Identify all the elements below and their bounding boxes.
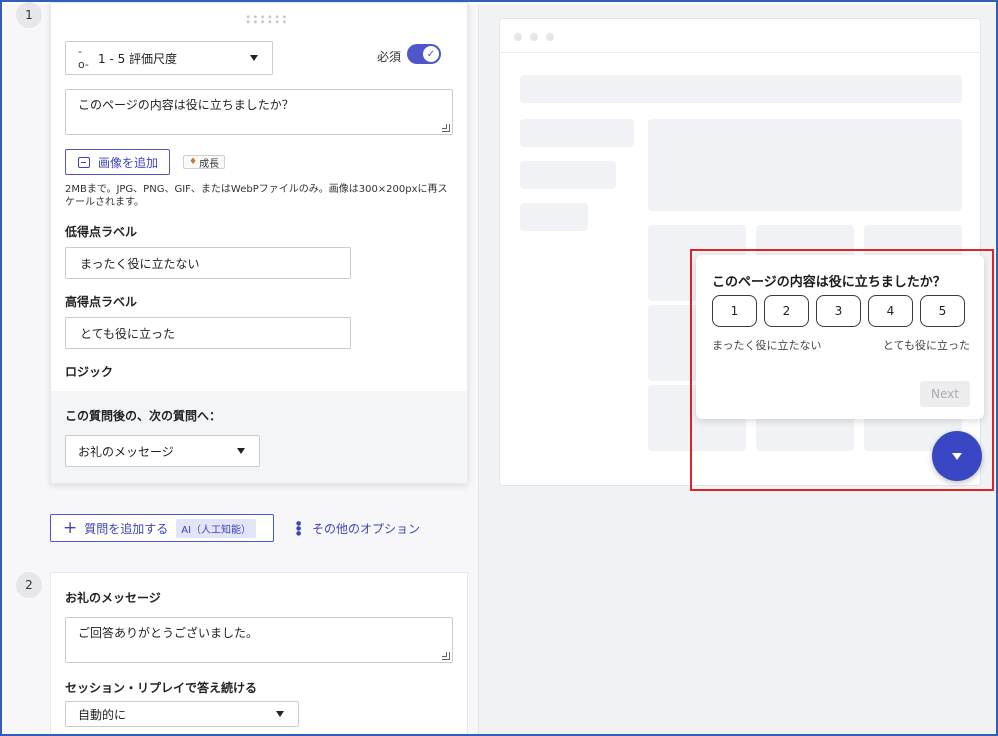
session-replay-select[interactable]: 自動的に bbox=[65, 701, 299, 727]
high-score-input[interactable]: とても役に立った bbox=[65, 317, 351, 349]
rating-low-label: まったく役に立たない bbox=[712, 339, 822, 352]
image-icon bbox=[78, 156, 90, 168]
session-replay-value: 自動的に bbox=[78, 707, 127, 722]
app-frame: 1 ∙∙∙∙∙∙ ∙∙∙∙∙∙ -o- 1 - 5 評価尺度 必須 ✓ このページ… bbox=[0, 0, 998, 736]
logic-panel: この質問後の、次の質問へ： お礼のメッセージ bbox=[51, 391, 467, 483]
rating-5-button[interactable]: 5 bbox=[920, 295, 965, 327]
survey-editor: 1 ∙∙∙∙∙∙ ∙∙∙∙∙∙ -o- 1 - 5 評価尺度 必須 ✓ このページ… bbox=[4, 2, 478, 734]
resize-handle-icon[interactable] bbox=[442, 124, 450, 132]
image-help-text: 2MBまで。JPG、PNG、GIF、またはWebPファイルのみ。画像は300×2… bbox=[65, 184, 448, 208]
question-text-input[interactable]: このページの内容は役に立ちましたか？ bbox=[65, 89, 453, 135]
rating-4-button[interactable]: 4 bbox=[868, 295, 913, 327]
chevron-down-icon bbox=[276, 711, 284, 717]
more-options-button[interactable]: ● ● ● その他のオプション bbox=[296, 520, 420, 537]
question-number-1: 1 bbox=[16, 2, 42, 28]
low-score-input[interactable]: まったく役に立たない bbox=[65, 247, 351, 279]
question-type-label: 1 - 5 評価尺度 bbox=[98, 51, 178, 66]
window-dot-icon bbox=[546, 33, 554, 41]
add-image-button[interactable]: 画像を追加 bbox=[65, 149, 170, 175]
rating-high-label: とても役に立った bbox=[882, 339, 970, 352]
required-label: 必須 bbox=[377, 50, 402, 64]
rating-1-button[interactable]: 1 bbox=[712, 295, 757, 327]
vertical-dots-icon: ● ● ● bbox=[296, 520, 302, 537]
check-icon: ✓ bbox=[423, 46, 439, 62]
low-score-value: まったく役に立たない bbox=[80, 256, 200, 271]
browser-toolbar bbox=[500, 19, 980, 53]
placeholder-header bbox=[520, 75, 962, 103]
next-question-label: この質問後の、次の質問へ： bbox=[65, 409, 222, 423]
rating-scale-icon: -o- bbox=[78, 45, 89, 71]
add-image-label: 画像を追加 bbox=[98, 155, 159, 170]
survey-popup: このページの内容は役に立ちましたか？ 1 2 3 4 5 まったく役に立たない … bbox=[696, 255, 984, 419]
add-question-label: 質問を追加する bbox=[84, 521, 169, 536]
logic-label: ロジック bbox=[65, 365, 114, 379]
high-score-label: 高得点ラベル bbox=[65, 295, 138, 309]
window-dot-icon bbox=[514, 33, 522, 41]
thank-you-title: お礼のメッセージ bbox=[65, 591, 161, 605]
required-toggle[interactable]: ✓ bbox=[407, 44, 441, 64]
session-replay-label: セッション・リプレイで答え続ける bbox=[65, 681, 258, 695]
low-score-label: 低得点ラベル bbox=[65, 225, 138, 239]
survey-question: このページの内容は役に立ちましたか？ bbox=[712, 275, 946, 290]
add-question-button[interactable]: + 質問を追加する AI（人工知能） bbox=[50, 514, 274, 542]
placeholder-block bbox=[520, 119, 634, 147]
question-card-2: お礼のメッセージ ご回答ありがとうございました。 セッション・リプレイで答え続け… bbox=[50, 572, 468, 734]
next-button[interactable]: Next bbox=[920, 381, 970, 407]
rating-2-button[interactable]: 2 bbox=[764, 295, 809, 327]
next-question-select[interactable]: お礼のメッセージ bbox=[65, 435, 260, 467]
growth-plan-badge: ♦ 成長 bbox=[183, 155, 226, 170]
chevron-down-icon bbox=[237, 448, 245, 454]
plus-icon: + bbox=[63, 517, 78, 538]
high-score-value: とても役に立った bbox=[80, 326, 176, 341]
survey-preview-pane: このページの内容は役に立ちましたか？ 1 2 3 4 5 まったく役に立たない … bbox=[478, 4, 996, 734]
question-type-select[interactable]: -o- 1 - 5 評価尺度 bbox=[65, 41, 273, 75]
chevron-down-icon bbox=[250, 55, 258, 61]
window-dot-icon bbox=[530, 33, 538, 41]
rating-3-button[interactable]: 3 bbox=[816, 295, 861, 327]
placeholder-block bbox=[520, 203, 588, 231]
next-question-value: お礼のメッセージ bbox=[78, 444, 174, 459]
drag-handle-icon[interactable]: ∙∙∙∙∙∙ ∙∙∙∙∙∙ bbox=[245, 13, 288, 28]
placeholder-hero bbox=[648, 119, 962, 211]
growth-badge-label: 成長 bbox=[199, 158, 220, 170]
question-number-2: 2 bbox=[16, 572, 42, 598]
question-text-value: このページの内容は役に立ちましたか？ bbox=[78, 98, 294, 112]
gem-icon: ♦ bbox=[189, 157, 198, 167]
browser-mockup: このページの内容は役に立ちましたか？ 1 2 3 4 5 まったく役に立たない … bbox=[499, 18, 994, 491]
placeholder-block bbox=[520, 161, 616, 189]
thank-you-message-value: ご回答ありがとうございました。 bbox=[78, 626, 259, 640]
thank-you-message-input[interactable]: ご回答ありがとうございました。 bbox=[65, 617, 453, 663]
more-options-label: その他のオプション bbox=[312, 522, 421, 536]
ai-badge: AI（人工知能） bbox=[176, 518, 257, 538]
survey-toggle-button[interactable] bbox=[932, 431, 982, 481]
question-card-1: ∙∙∙∙∙∙ ∙∙∙∙∙∙ -o- 1 - 5 評価尺度 必須 ✓ このページの内… bbox=[50, 2, 468, 484]
resize-handle-icon[interactable] bbox=[442, 652, 450, 660]
